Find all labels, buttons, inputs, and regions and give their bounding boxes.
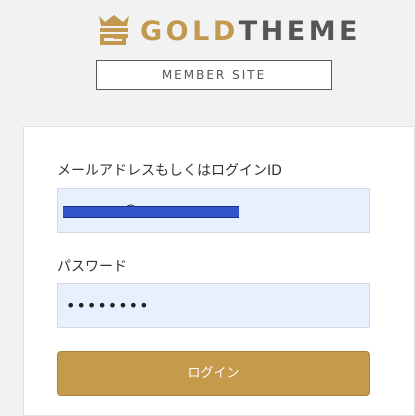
login-button[interactable]: ログイン bbox=[57, 351, 370, 396]
brand-name: GOLDTHEME bbox=[140, 14, 361, 50]
brand-name-theme: THEME bbox=[238, 16, 362, 47]
email-label: メールアドレスもしくはログインID bbox=[57, 163, 282, 179]
password-label: パスワード bbox=[57, 259, 127, 275]
redaction-bar bbox=[63, 206, 239, 218]
password-field[interactable] bbox=[57, 283, 370, 328]
brand-name-gold: GOLD bbox=[140, 16, 239, 47]
member-site-label: MEMBER SITE bbox=[161, 68, 267, 82]
member-site-banner: MEMBER SITE bbox=[96, 60, 332, 90]
crown-g-icon bbox=[99, 15, 129, 45]
logo[interactable]: GOLDTHEME bbox=[96, 12, 361, 52]
site-header: GOLDTHEME MEMBER SITE bbox=[0, 0, 415, 100]
